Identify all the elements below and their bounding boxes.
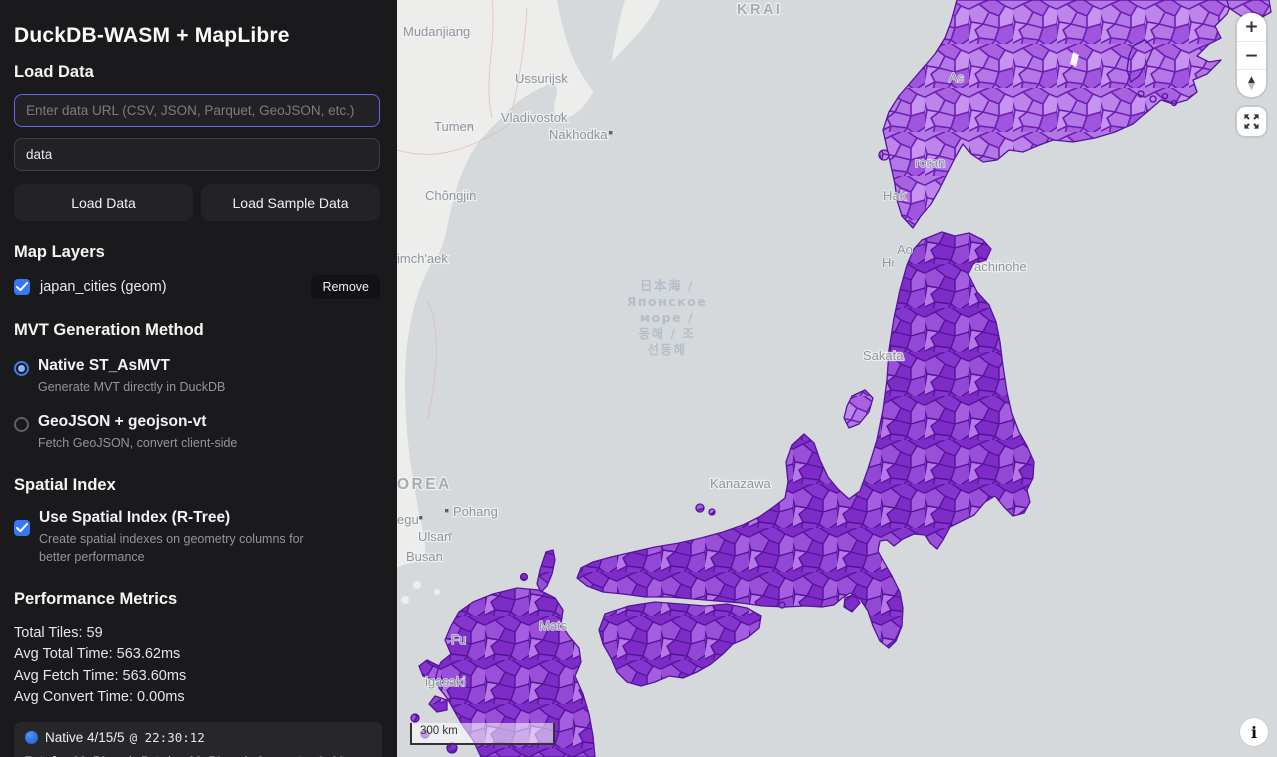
small-island	[779, 602, 785, 608]
log-entry-title: Native 4/15/5	[45, 730, 125, 745]
map-label: Sakata	[863, 348, 904, 363]
map-label: Chŏngjin	[425, 188, 476, 203]
map-label: achinohe	[974, 259, 1027, 274]
log-entry-time: @ 22:30:12	[130, 730, 205, 745]
mvt-method-heading: MVT Generation Method	[14, 321, 381, 340]
map-label: Mats	[539, 618, 568, 633]
pitch-toggle-button[interactable]: ▲▼	[1237, 69, 1266, 97]
mvt-option-geojson[interactable]: GeoJSON + geojson-vt Fetch GeoJSON, conv…	[14, 413, 381, 452]
map-label: egu	[397, 512, 419, 527]
blue-circle-icon	[25, 731, 38, 744]
layer-checkbox[interactable]	[14, 279, 30, 295]
kuril-islet	[1138, 91, 1144, 97]
svg-text:море /: море /	[640, 310, 694, 325]
map-label: As	[949, 70, 965, 85]
nav-control-group: + − ▲▼	[1237, 13, 1266, 97]
svg-text:日本海 /: 日本海 /	[640, 278, 694, 293]
oki-island	[696, 504, 704, 512]
spatial-index-checkbox[interactable]	[14, 520, 30, 536]
pitch-arrows-icon: ▲▼	[1248, 77, 1255, 91]
load-sample-data-button[interactable]: Load Sample Data	[201, 184, 380, 221]
map-label: roran	[915, 155, 945, 170]
data-url-input[interactable]	[14, 94, 380, 127]
spatial-index-option[interactable]: Use Spatial Index (R-Tree) Create spatia…	[14, 509, 381, 566]
load-data-button[interactable]: Load Data	[14, 184, 193, 221]
load-data-heading: Load Data	[14, 63, 381, 82]
metric-avg-convert: Avg Convert Time: 0.00ms	[14, 687, 381, 709]
app-title: DuckDB-WASM + MapLibre	[14, 24, 381, 48]
goto-islet	[411, 714, 419, 722]
metric-total-tiles: Total Tiles: 59	[14, 623, 381, 645]
map-label: igasaki	[425, 674, 466, 689]
radio-native[interactable]	[14, 361, 29, 376]
map-label: Busan	[406, 549, 443, 564]
check-icon	[16, 282, 28, 292]
scale-bar: 300 km	[410, 723, 555, 745]
map-label: Ussurijsk	[515, 71, 568, 86]
mvt-option-native-desc: Generate MVT directly in DuckDB	[38, 378, 338, 396]
map-label: Nakhodka	[549, 127, 608, 142]
zoom-out-button[interactable]: −	[1237, 41, 1266, 69]
map-render: KRAI Mudanjiang Ussurijsk Tumen Vladivos…	[397, 0, 1277, 757]
map-label: Kanazawa	[710, 476, 771, 491]
fullscreen-icon	[1243, 113, 1260, 130]
map-label: Hak	[883, 188, 907, 203]
kuril-islet	[1163, 94, 1168, 99]
sidebar: DuckDB-WASM + MapLibre Load Data Load Da…	[0, 0, 397, 757]
okushiri-island	[879, 150, 889, 160]
svg-text:Японское: Японское	[627, 294, 707, 309]
map-layers-heading: Map Layers	[14, 243, 381, 262]
map-label: Ulsan	[418, 529, 451, 544]
radio-geojson[interactable]	[14, 417, 29, 432]
layer-label: japan_cities (geom)	[40, 279, 311, 295]
mvt-option-geojson-desc: Fetch GeoJSON, convert client-side	[38, 434, 338, 452]
map-label: KRAI	[737, 2, 782, 18]
check-icon	[16, 523, 28, 533]
iki-island	[521, 574, 528, 581]
fullscreen-button[interactable]	[1237, 107, 1266, 136]
map-label: OREA	[397, 476, 452, 493]
map-label: Vladivostok	[501, 110, 568, 125]
layer-row: japan_cities (geom) Remove	[14, 275, 380, 299]
log-entry-detail: Total: 98.70ms | Fetch: 98.70ms | Conver…	[25, 752, 371, 757]
spatial-index-desc: Create spatial indexes on geometry colum…	[39, 530, 339, 566]
app-window: DuckDB-WASM + MapLibre Load Data Load Da…	[0, 0, 1277, 757]
performance-metrics-heading: Performance Metrics	[14, 590, 381, 609]
remove-layer-button[interactable]: Remove	[311, 275, 380, 299]
performance-metrics: Total Tiles: 59 Avg Total Time: 563.62ms…	[14, 623, 381, 709]
map-canvas[interactable]: KRAI Mudanjiang Ussurijsk Tumen Vladivos…	[397, 0, 1277, 757]
table-name-input[interactable]	[14, 138, 380, 171]
map-label: Tumen	[434, 119, 474, 134]
kuril-islet	[1172, 101, 1177, 106]
mvt-option-native-label: Native ST_AsMVT	[38, 357, 338, 375]
metric-avg-fetch: Avg Fetch Time: 563.60ms	[14, 666, 381, 688]
map-label: Fu	[451, 632, 466, 647]
metric-avg-total: Avg Total Time: 563.62ms	[14, 644, 381, 666]
spatial-index-label: Use Spatial Index (R-Tree)	[39, 509, 339, 527]
spatial-index-heading: Spatial Index	[14, 476, 381, 495]
zoom-in-button[interactable]: +	[1237, 13, 1266, 41]
mvt-option-geojson-label: GeoJSON + geojson-vt	[38, 413, 338, 431]
attribution-info-button[interactable]: i	[1240, 718, 1268, 746]
svg-text:선동해: 선동해	[647, 342, 686, 357]
map-label: imch'aek	[397, 251, 448, 266]
kuril-islet	[1150, 96, 1156, 102]
mvt-option-native[interactable]: Native ST_AsMVT Generate MVT directly in…	[14, 357, 381, 396]
map-label: Hi	[882, 255, 894, 270]
svg-text:동해 / 조: 동해 / 조	[639, 326, 696, 341]
oki-island	[709, 509, 715, 515]
map-label: Mudanjiang	[403, 24, 470, 39]
map-label: Pohang	[453, 504, 498, 519]
log-entry-header: Native 4/15/5 @ 22:30:12	[25, 730, 371, 745]
tile-log-panel: Native 4/15/5 @ 22:30:12 Total: 98.70ms …	[14, 722, 382, 757]
map-label: Ao	[897, 242, 913, 257]
